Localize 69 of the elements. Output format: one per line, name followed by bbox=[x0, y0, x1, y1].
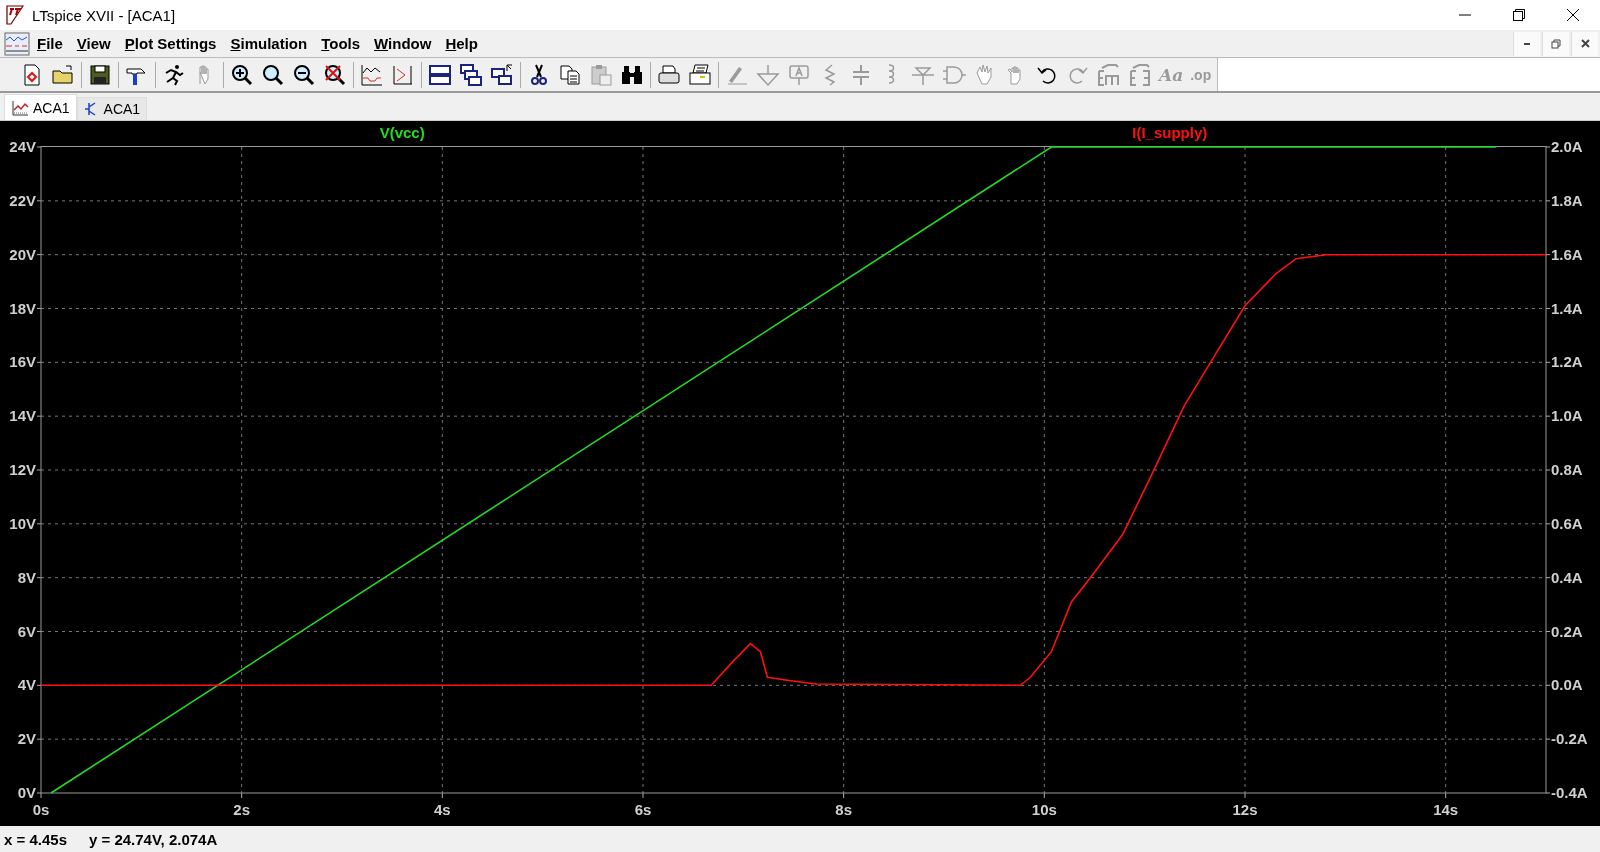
maximize-icon[interactable] bbox=[1512, 8, 1526, 22]
trace-label[interactable]: V(vcc) bbox=[379, 124, 425, 141]
zoom-out-icon[interactable] bbox=[292, 62, 316, 87]
close-icon bbox=[1580, 39, 1590, 48]
printer-icon[interactable] bbox=[688, 62, 712, 87]
axis-tick-label: 2V bbox=[17, 730, 36, 748]
axis-tick-label: 8V bbox=[17, 568, 36, 586]
tab[interactable]: ACA1 bbox=[4, 94, 77, 120]
tab[interactable]: ACA1 bbox=[76, 97, 148, 120]
axis-tick-label: 0.2A bbox=[1551, 622, 1583, 640]
menu-item[interactable]: File bbox=[37, 35, 63, 52]
waveform-window-icon[interactable] bbox=[4, 31, 30, 56]
axis-tick-label: 8s bbox=[835, 801, 852, 818]
axis-tick-label: -0.4A bbox=[1551, 784, 1588, 801]
axis-tick-label: 1.6A bbox=[1551, 245, 1583, 263]
axis-tick-label: 22V bbox=[9, 191, 36, 209]
printer-icon[interactable] bbox=[657, 62, 681, 87]
axis-tick-label: 16V bbox=[9, 353, 36, 371]
axis-tick-label: 14V bbox=[9, 407, 36, 425]
axis-tick-label: 24V bbox=[9, 138, 36, 155]
axis-tick-label: 1.0A bbox=[1551, 407, 1583, 425]
axis-tick-label: 12V bbox=[9, 461, 36, 478]
zoom-cancel-icon[interactable] bbox=[323, 62, 347, 87]
axis-tick-label: 0s bbox=[32, 801, 50, 818]
axis-tick-label: 2s bbox=[233, 801, 250, 818]
cascade-arrow-icon[interactable] bbox=[490, 62, 514, 87]
minimize-icon bbox=[1523, 42, 1531, 45]
axis-tick-label: 1.8A bbox=[1551, 191, 1583, 209]
axis-tick-label: 0.4A bbox=[1551, 568, 1583, 586]
waveform-icon[interactable] bbox=[360, 62, 384, 87]
axis-tick-label: 14s bbox=[1433, 801, 1459, 818]
folder-icon[interactable] bbox=[51, 62, 75, 87]
window-title: LTspice XVII - [ACA1] bbox=[32, 6, 177, 24]
axis-tick-label: 6s bbox=[634, 801, 652, 818]
axis-tick-label: 0.0A bbox=[1551, 676, 1583, 694]
menu-item[interactable]: Tools bbox=[321, 35, 361, 52]
axis-tick-label: 12s bbox=[1232, 801, 1258, 818]
axis-tick-label: 4V bbox=[17, 676, 36, 694]
axis-tick-label: 10s bbox=[1031, 801, 1057, 818]
axis-tick-label: 4s bbox=[434, 801, 451, 818]
menu-item[interactable]: Simulation bbox=[230, 35, 308, 52]
menu-item[interactable]: Plot Settings bbox=[124, 35, 217, 52]
axis-tick-label: 2.0A bbox=[1551, 138, 1583, 155]
axis-tick-label: 0.8A bbox=[1551, 461, 1583, 478]
trace-label[interactable]: I(I_supply) bbox=[1132, 124, 1208, 141]
magnifier-icon[interactable] bbox=[261, 62, 285, 87]
axis-tick-label: 10V bbox=[9, 514, 36, 532]
axis-tick-label: 20V bbox=[9, 245, 36, 263]
cursor-x-readout: x = 4.45s bbox=[4, 830, 67, 848]
restore-icon bbox=[1551, 38, 1561, 49]
close-icon[interactable] bbox=[1566, 8, 1580, 22]
axis-tick-label: 18V bbox=[9, 299, 36, 317]
copy-icon[interactable] bbox=[558, 62, 582, 87]
cursor-y-readout: y = 24.74V, 2.074A bbox=[89, 830, 218, 848]
axis-tick-label: 1.4A bbox=[1551, 299, 1583, 317]
axis-tick-label: 0.6A bbox=[1551, 514, 1583, 532]
menu-item[interactable]: Window bbox=[374, 35, 432, 52]
axis-tick-label: 0V bbox=[17, 784, 36, 801]
axis-tick-label: -0.2A bbox=[1551, 730, 1588, 748]
axis-tick-label: 6V bbox=[17, 622, 36, 640]
axis-tick-label: 1.2A bbox=[1551, 353, 1583, 371]
cascade-icon[interactable] bbox=[459, 62, 483, 87]
close-button[interactable] bbox=[1571, 31, 1598, 56]
menu-item[interactable]: View bbox=[76, 35, 111, 52]
waveform-icon bbox=[11, 99, 29, 116]
zoom-in-icon[interactable] bbox=[230, 62, 254, 87]
window-tile-icon[interactable] bbox=[428, 62, 452, 87]
app-logo-icon bbox=[6, 5, 24, 25]
menu-item[interactable]: Help bbox=[445, 35, 478, 52]
